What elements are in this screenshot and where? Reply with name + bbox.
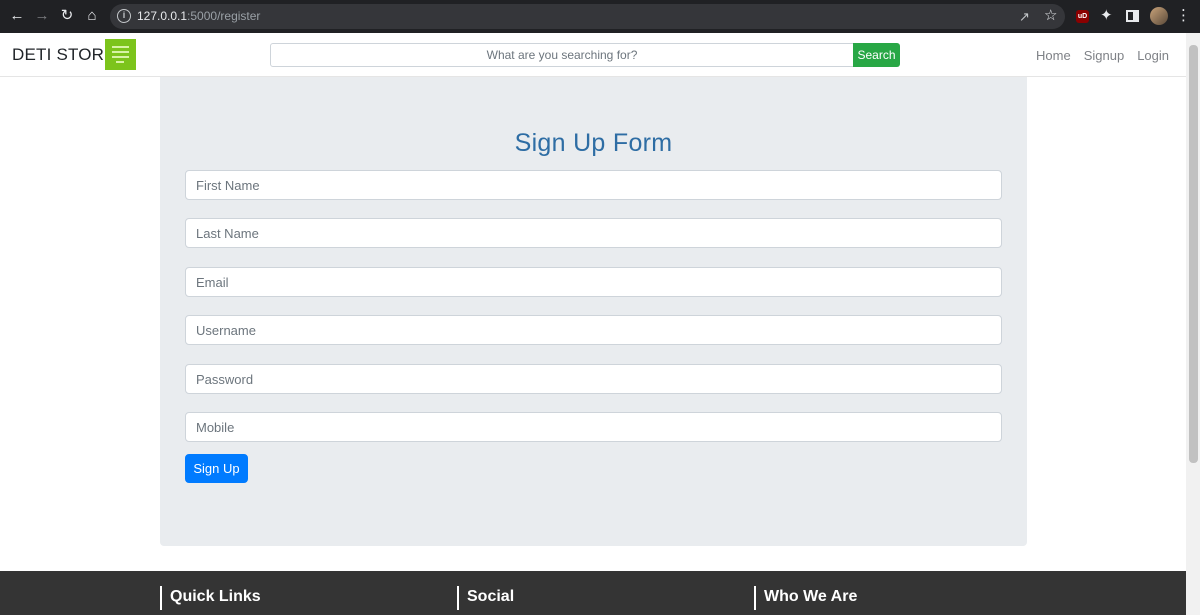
site-navbar: DETI STORE Search Home Signup Login bbox=[0, 33, 1186, 77]
footer-heading-quick-links: Quick Links bbox=[160, 586, 261, 610]
nav-links: Home Signup Login bbox=[1036, 48, 1169, 63]
address-bar[interactable]: i 127.0.0.1:5000/register ↗ ☆ bbox=[110, 4, 1065, 29]
signup-panel: Sign Up Form Sign Up bbox=[160, 77, 1027, 546]
ublock-icon[interactable]: uD bbox=[1076, 10, 1089, 23]
share-icon[interactable]: ↗ bbox=[1019, 9, 1030, 24]
brand-name[interactable]: DETI STORE bbox=[12, 45, 116, 65]
search-button[interactable]: Search bbox=[853, 43, 900, 67]
nav-link-login[interactable]: Login bbox=[1137, 48, 1169, 63]
brand-logo[interactable] bbox=[105, 39, 136, 70]
reload-icon[interactable]: ↻ bbox=[57, 6, 77, 26]
email-field[interactable] bbox=[185, 267, 1002, 297]
password-field[interactable] bbox=[185, 364, 1002, 394]
page-scrollbar[interactable] bbox=[1186, 33, 1200, 615]
first-name-field[interactable] bbox=[185, 170, 1002, 200]
search-input[interactable] bbox=[270, 43, 854, 67]
puzzle-icon[interactable]: ✦ bbox=[1100, 7, 1113, 25]
url-host: 127.0.0.1 bbox=[137, 9, 188, 23]
star-icon[interactable]: ☆ bbox=[1044, 7, 1057, 25]
username-field[interactable] bbox=[185, 315, 1002, 345]
address-url[interactable]: 127.0.0.1:5000/register bbox=[137, 9, 260, 24]
scrollbar-thumb[interactable] bbox=[1189, 45, 1198, 463]
footer-heading-who-we-are: Who We Are bbox=[754, 586, 857, 610]
back-icon[interactable]: ← bbox=[7, 6, 27, 26]
browser-toolbar: ← → ↻ ⌂ i 127.0.0.1:5000/register ↗ ☆ uD… bbox=[0, 0, 1200, 33]
info-icon[interactable]: i bbox=[117, 9, 131, 23]
kebab-menu-icon[interactable]: ⋮ bbox=[1176, 6, 1191, 26]
nav-link-home[interactable]: Home bbox=[1036, 48, 1071, 63]
footer-heading-social: Social bbox=[457, 586, 514, 610]
url-path: :5000/register bbox=[187, 9, 261, 23]
signup-button[interactable]: Sign Up bbox=[185, 454, 248, 483]
last-name-field[interactable] bbox=[185, 218, 1002, 248]
forward-icon[interactable]: → bbox=[32, 6, 52, 26]
footer: Quick Links Social Who We Are bbox=[0, 571, 1186, 615]
side-panel-icon[interactable] bbox=[1126, 10, 1139, 22]
home-icon[interactable]: ⌂ bbox=[82, 6, 102, 26]
page-title: Sign Up Form bbox=[514, 129, 673, 157]
mobile-field[interactable] bbox=[185, 412, 1002, 442]
nav-link-signup[interactable]: Signup bbox=[1084, 48, 1124, 63]
avatar[interactable] bbox=[1150, 7, 1168, 25]
